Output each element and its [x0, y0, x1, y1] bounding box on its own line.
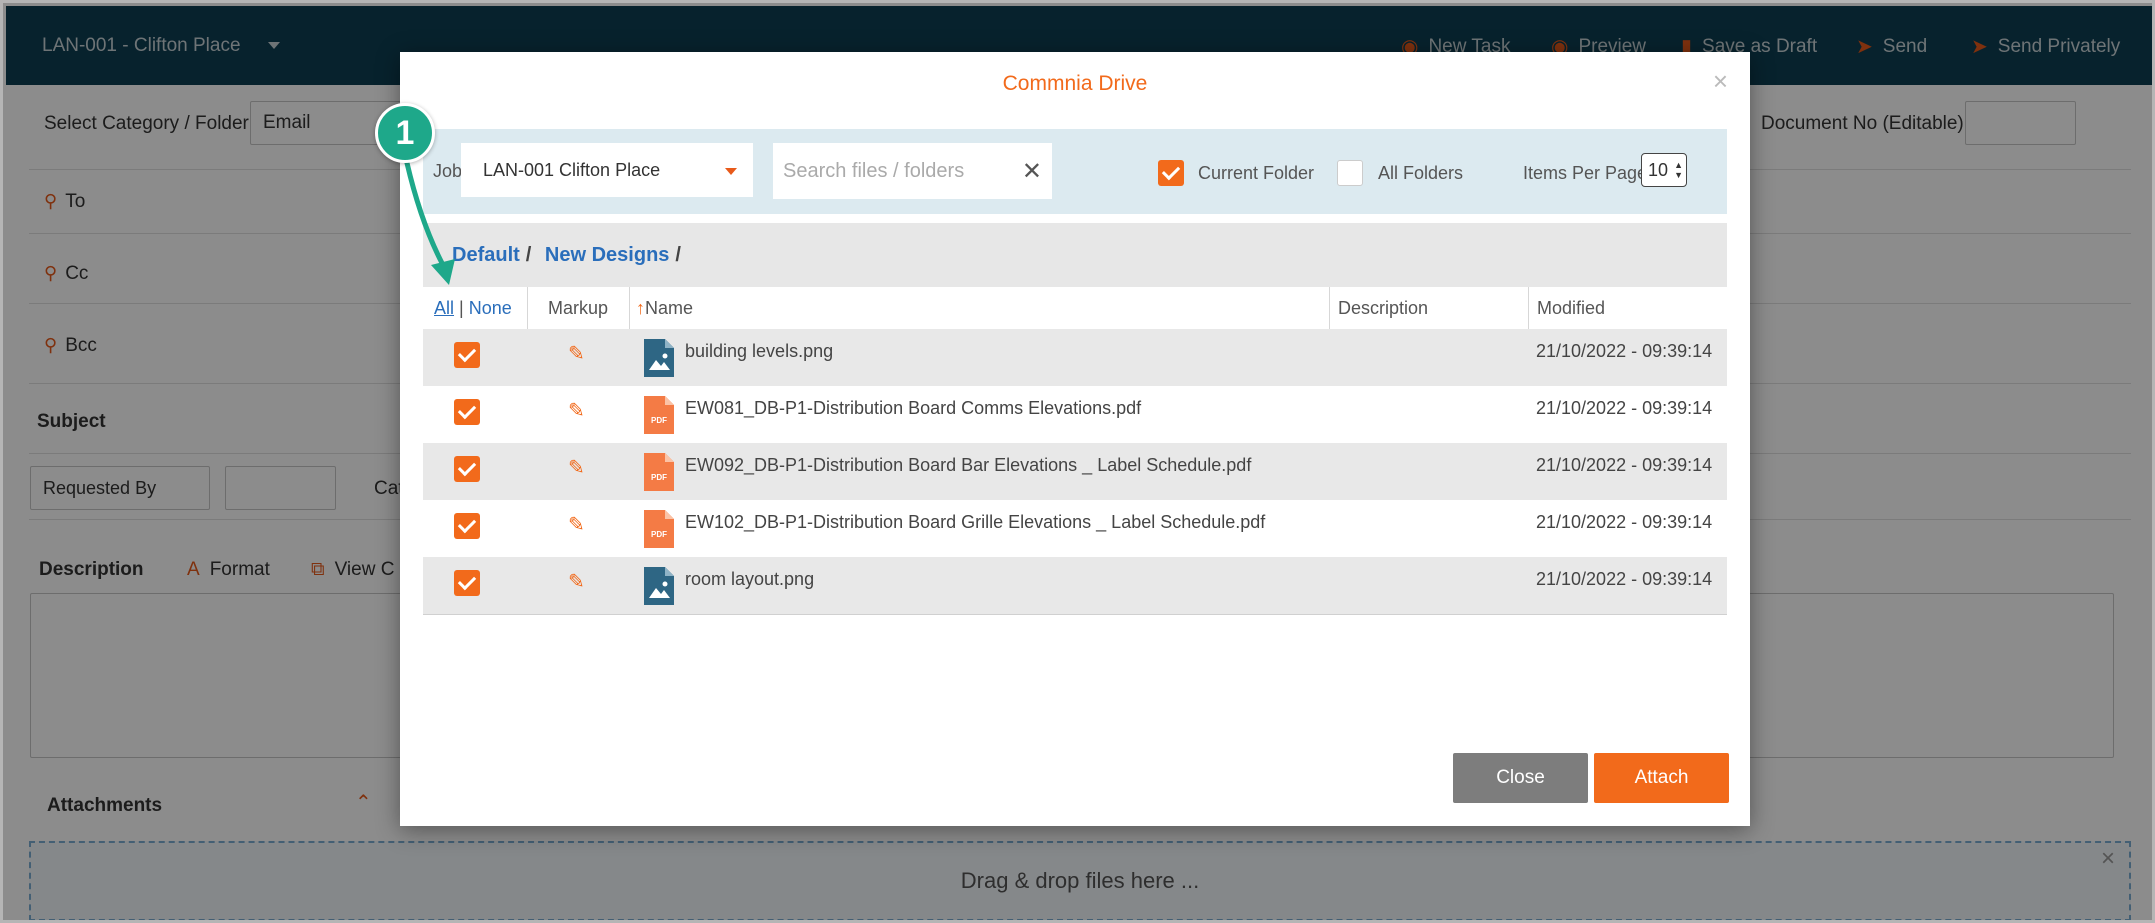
- screenshot-frame: LAN-001 - Clifton Place ◉ New Task ◉ Pre…: [0, 0, 2155, 923]
- annotation-arrow: [404, 160, 455, 285]
- step-badge: 1: [375, 103, 435, 163]
